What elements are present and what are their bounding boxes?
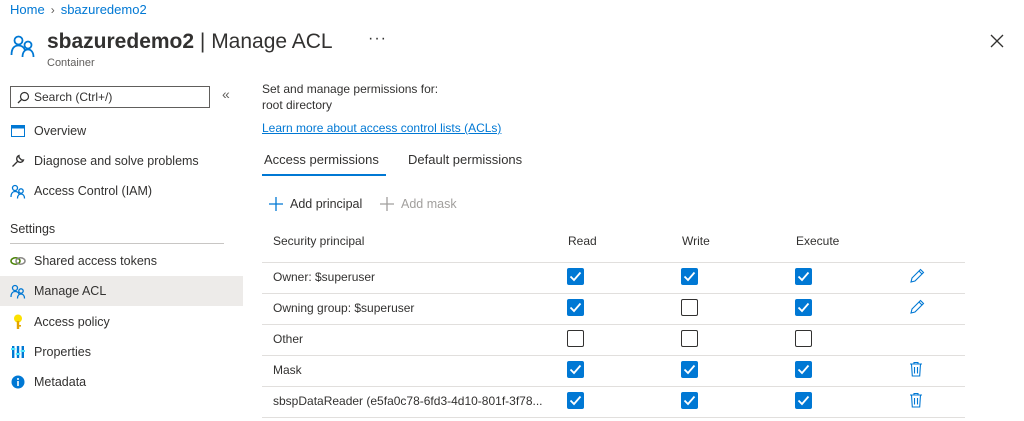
wrench-icon [10, 153, 26, 169]
intro-text: Set and manage permissions for: [262, 82, 439, 96]
resource-name: sbazuredemo2 [47, 30, 195, 53]
people-icon [10, 283, 26, 299]
page-name: Manage ACL [211, 30, 333, 53]
add-principal-button[interactable]: Add principal [268, 196, 362, 212]
execute-checkbox[interactable] [795, 268, 812, 285]
row-divider [262, 417, 965, 418]
write-checkbox[interactable] [681, 299, 698, 316]
sidebar-item-label: Manage ACL [34, 284, 107, 298]
security-principal-name: sbspDataReader (e5fa0c78-6fd3-4d10-801f-… [273, 394, 543, 408]
execute-checkbox[interactable] [795, 299, 812, 316]
sidebar-item-label: Properties [34, 345, 91, 359]
sidebar-item-diagnose[interactable]: Diagnose and solve problems [0, 146, 243, 176]
column-header-security-principal: Security principal [273, 234, 365, 248]
active-tab-indicator [262, 174, 386, 176]
sidebar-item-manage-acl[interactable]: Manage ACL [0, 276, 243, 306]
row-divider [262, 293, 965, 294]
sidebar-item-label: Metadata [34, 375, 87, 389]
security-principal-name: Mask [273, 363, 302, 377]
more-options-button[interactable]: ··· [368, 30, 387, 48]
people-icon [10, 35, 35, 58]
learn-more-link[interactable]: Learn more about access control lists (A… [262, 121, 501, 135]
breadcrumb: Home › sbazuredemo2 [10, 2, 147, 17]
sidebar-section-heading: Settings [10, 222, 56, 236]
info-icon [10, 374, 26, 390]
title-separator: | [194, 30, 212, 53]
row-divider [262, 386, 965, 387]
link-icon [10, 253, 26, 269]
people-icon [10, 183, 26, 199]
security-principal-name: Owner: $superuser [273, 270, 376, 284]
read-checkbox[interactable] [567, 361, 584, 378]
write-checkbox[interactable] [681, 268, 698, 285]
tab-access-permissions[interactable]: Access permissions [264, 152, 379, 167]
read-checkbox[interactable] [567, 392, 584, 409]
search-input[interactable]: Search (Ctrl+/) [10, 86, 210, 108]
collapse-sidebar-button[interactable]: « [222, 86, 230, 102]
sidebar-item-overview[interactable]: Overview [0, 116, 243, 146]
row-divider [262, 355, 965, 356]
permissions-intro: Set and manage permissions for: root dir… [262, 81, 438, 113]
sidebar-item-label: Access policy [34, 315, 110, 329]
search-icon [17, 91, 30, 103]
properties-icon [10, 344, 26, 360]
execute-checkbox[interactable] [795, 361, 812, 378]
security-principal-name: Other [273, 332, 304, 346]
breadcrumb-current[interactable]: sbazuredemo2 [61, 2, 147, 17]
security-principal-name: Owning group: $superuser [273, 301, 415, 315]
row-divider [262, 324, 965, 325]
write-checkbox[interactable] [681, 361, 698, 378]
sidebar-item-shared-access-tokens[interactable]: Shared access tokens [0, 246, 243, 276]
execute-checkbox[interactable] [795, 330, 812, 347]
sidebar-item-metadata[interactable]: Metadata [0, 367, 243, 397]
search-placeholder: Search (Ctrl+/) [34, 90, 113, 104]
plus-icon [380, 197, 394, 211]
delete-icon[interactable] [909, 361, 925, 377]
read-checkbox[interactable] [567, 268, 584, 285]
sidebar-item-access-policy[interactable]: Access policy [0, 307, 243, 337]
add-mask-button[interactable]: Add mask [379, 196, 457, 212]
read-checkbox[interactable] [567, 330, 584, 347]
write-checkbox[interactable] [681, 392, 698, 409]
page-title: sbazuredemo2 | Manage ACL [47, 30, 333, 54]
edit-icon[interactable] [909, 268, 925, 284]
column-header-execute: Execute [796, 234, 840, 248]
sidebar-item-properties[interactable]: Properties [0, 337, 243, 367]
sidebar-item-label: Overview [34, 124, 87, 138]
sidebar-item-access-control[interactable]: Access Control (IAM) [0, 176, 243, 206]
overview-icon [10, 123, 26, 139]
column-header-read: Read [568, 234, 597, 248]
key-icon [10, 314, 26, 330]
sidebar-item-label: Access Control (IAM) [34, 184, 153, 198]
edit-icon[interactable] [909, 299, 925, 315]
page-subtitle: Container [47, 57, 95, 69]
plus-icon [269, 197, 283, 211]
read-checkbox[interactable] [567, 299, 584, 316]
sidebar-divider [10, 243, 224, 244]
close-icon[interactable] [988, 32, 1006, 50]
chevron-right-icon: › [50, 2, 55, 17]
add-mask-label: Add mask [401, 197, 457, 211]
target-path: root directory [262, 98, 333, 112]
write-checkbox[interactable] [681, 330, 698, 347]
delete-icon[interactable] [909, 392, 925, 408]
tab-default-permissions[interactable]: Default permissions [408, 152, 522, 167]
column-header-write: Write [682, 234, 710, 248]
add-principal-label: Add principal [290, 197, 363, 211]
execute-checkbox[interactable] [795, 392, 812, 409]
breadcrumb-home[interactable]: Home [10, 2, 45, 17]
sidebar-item-label: Shared access tokens [34, 254, 157, 268]
row-divider [262, 262, 965, 263]
sidebar-item-label: Diagnose and solve problems [34, 154, 199, 168]
